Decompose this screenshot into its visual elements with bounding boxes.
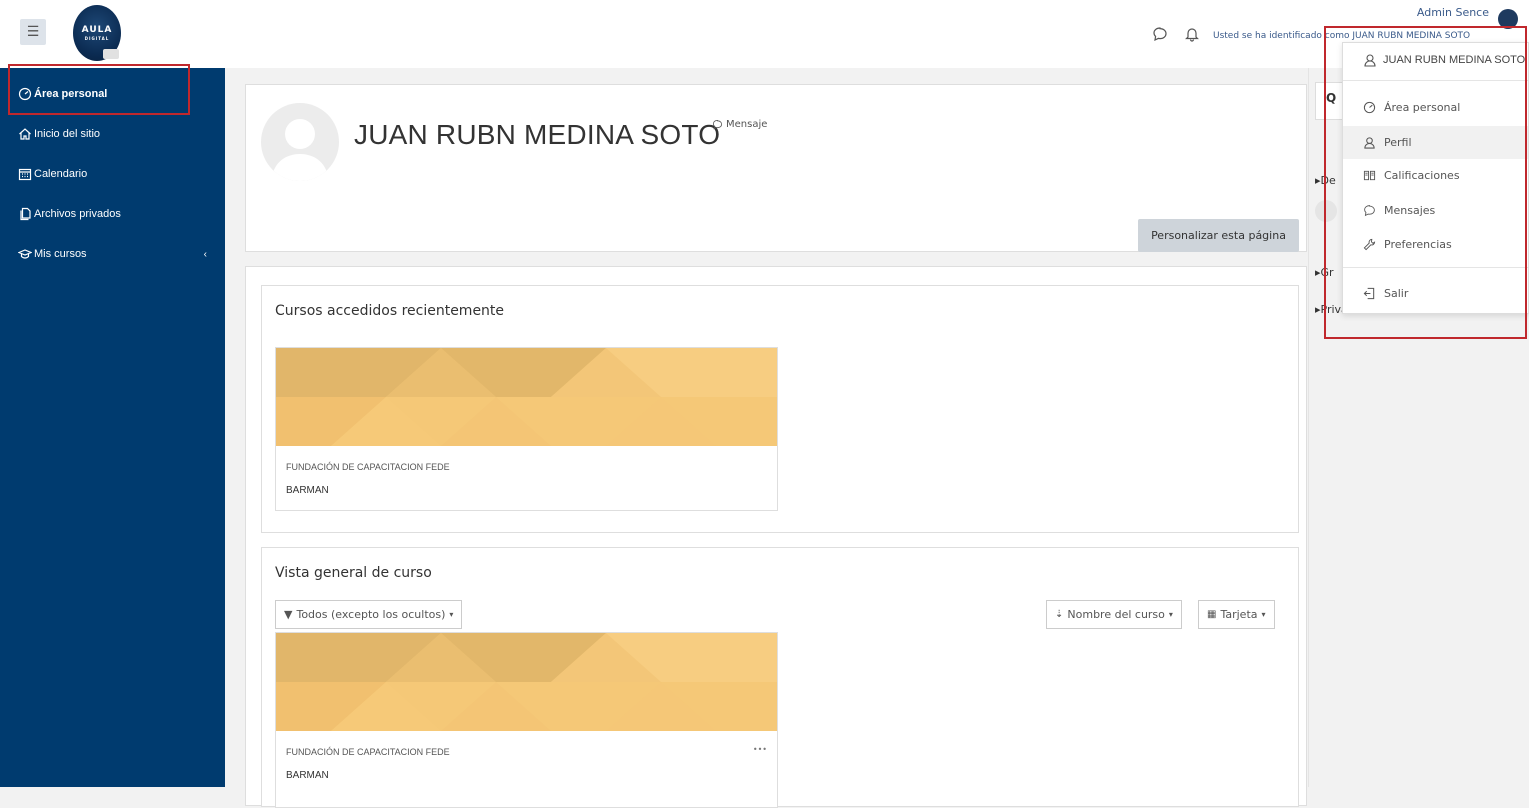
notifications-icon[interactable] (1184, 26, 1200, 42)
dropdown-caret-icon: ▾ (449, 610, 454, 619)
course-banner-image (276, 633, 777, 731)
message-link-label: Mensaje (726, 119, 768, 130)
dropdown-caret-icon: ▾ (1168, 610, 1173, 619)
recent-courses-block: Cursos accedidos recientemente FUNDACIÓN… (261, 285, 1299, 533)
sort-icon: ⇣ (1055, 609, 1064, 620)
graduation-cap-icon (18, 249, 32, 259)
site-logo[interactable]: AULA DIGITAL (73, 5, 121, 61)
sidebar-item-label: Archivos privados (34, 208, 121, 220)
course-overview-block: Vista general de curso ▼ Todos (excepto … (261, 547, 1299, 808)
message-link[interactable]: Mensaje (712, 119, 767, 130)
menu-toggle-button[interactable]: ☰ (20, 19, 46, 45)
chevron-left-icon[interactable]: ‹ (204, 249, 207, 260)
messages-icon[interactable] (1152, 26, 1168, 42)
main-region: JUAN RUBN MEDINA SOTO Mensaje Personaliz… (225, 68, 1308, 808)
course-category: FUNDACIÓN DE CAPACITACION FEDE (286, 462, 450, 472)
page-title: JUAN RUBN MEDINA SOTO (354, 119, 721, 150)
block-title: Vista general de curso (275, 565, 432, 581)
highlight-box-area-personal (8, 64, 190, 115)
view-label: Tarjeta (1220, 608, 1258, 621)
profile-header-card: JUAN RUBN MEDINA SOTO Mensaje Personaliz… (245, 84, 1307, 252)
default-user-icon (271, 119, 329, 181)
sort-dropdown[interactable]: ⇣ Nombre del curso ▾ (1046, 600, 1182, 629)
sidebar-item-mis-cursos[interactable]: Mis cursos ‹ (0, 234, 225, 274)
block-title: Cursos accedidos recientemente (275, 303, 505, 319)
calendar-icon (18, 168, 32, 181)
sidebar-item-label: Calendario (34, 168, 88, 180)
grid-icon: ▦ (1207, 609, 1217, 620)
logo-text: AULA (81, 25, 113, 35)
filter-label: Todos (excepto los ocultos) (296, 608, 446, 621)
dashboard-content: Cursos accedidos recientemente FUNDACIÓN… (245, 266, 1307, 808)
course-name-link[interactable]: BARMAN (286, 485, 329, 496)
top-navbar: ☰ AULA DIGITAL Usted se ha identificado … (0, 0, 1529, 68)
course-pattern (276, 348, 777, 446)
home-icon (19, 128, 31, 140)
sidebar-item-label: Inicio del sitio (34, 128, 101, 140)
course-pattern (276, 633, 777, 731)
logo-tag (103, 49, 119, 59)
filter-icon: ▼ (284, 608, 293, 621)
course-card[interactable]: FUNDACIÓN DE CAPACITACION FEDE ••• BARMA… (275, 632, 778, 808)
course-name-link[interactable]: BARMAN (286, 770, 329, 781)
sidebar-item-archivos[interactable]: Archivos privados (0, 194, 225, 234)
admin-name-link[interactable]: Admin Sence (1417, 6, 1489, 19)
course-banner-image (276, 348, 777, 446)
profile-avatar (261, 103, 339, 181)
sidebar-item-inicio[interactable]: Inicio del sitio (0, 114, 225, 154)
files-icon (20, 207, 31, 221)
customize-page-button[interactable]: Personalizar esta página (1138, 219, 1299, 252)
dropdown-caret-icon: ▾ (1261, 610, 1266, 619)
filter-dropdown[interactable]: ▼ Todos (excepto los ocultos) ▾ (275, 600, 463, 629)
course-menu-button[interactable]: ••• (753, 745, 767, 754)
sidebar-item-calendario[interactable]: Calendario (0, 154, 225, 194)
sort-label: Nombre del curso (1067, 608, 1165, 621)
hamburger-icon: ☰ (26, 24, 40, 40)
view-dropdown[interactable]: ▦ Tarjeta ▾ (1198, 600, 1275, 629)
logo-subtext: DIGITAL (84, 36, 110, 41)
chat-icon (712, 119, 723, 130)
nav-drawer: Área personal Inicio del sitio Calendari… (0, 68, 225, 787)
course-category: FUNDACIÓN DE CAPACITACION FEDE (286, 747, 450, 757)
sidebar-item-label: Mis cursos (34, 248, 87, 260)
course-card[interactable]: FUNDACIÓN DE CAPACITACION FEDE BARMAN (275, 347, 778, 511)
highlight-box-user-menu (1324, 26, 1527, 339)
